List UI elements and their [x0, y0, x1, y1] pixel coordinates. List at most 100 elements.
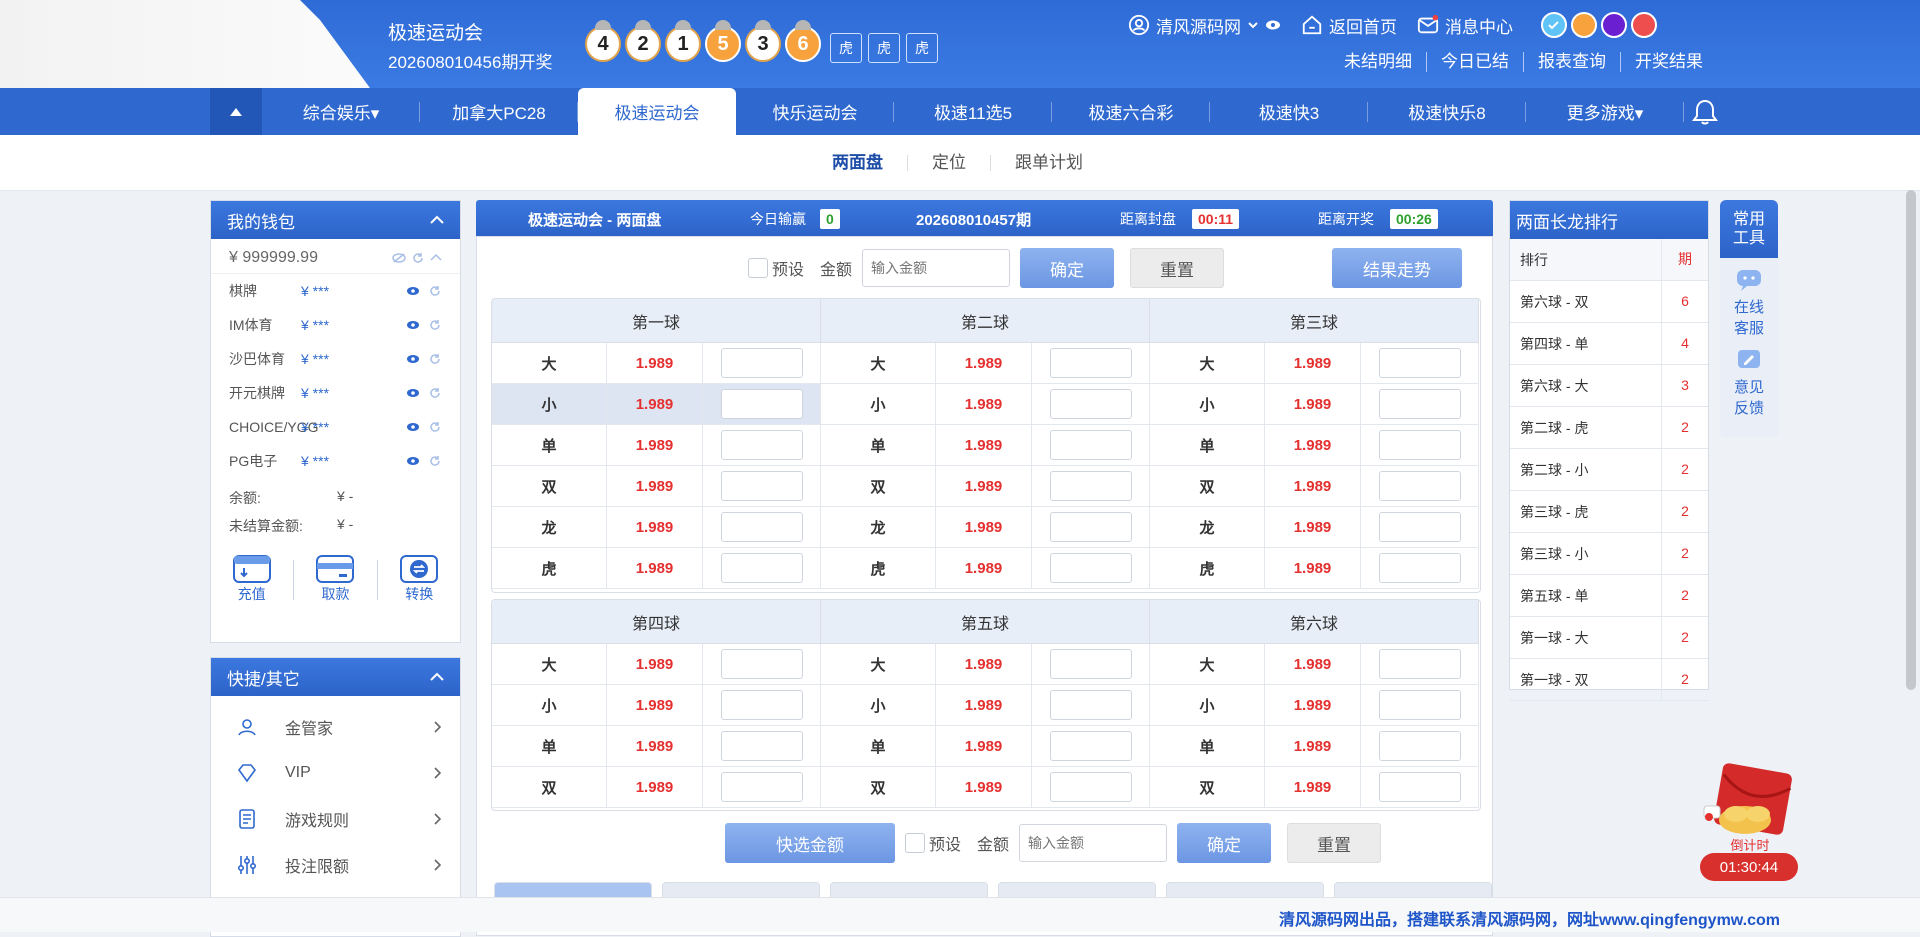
home-link[interactable]: 返回首页 — [1301, 13, 1397, 38]
bet-amount-input[interactable] — [1378, 772, 1461, 802]
bet-amount-input[interactable] — [1378, 512, 1461, 542]
bet-option-odds[interactable]: 1.989 — [607, 466, 703, 506]
bet-amount-input[interactable] — [1378, 553, 1461, 583]
bet-amount-input[interactable] — [1049, 553, 1132, 583]
bet-option-name[interactable]: 龙 — [821, 507, 936, 547]
bet-option-odds[interactable]: 1.989 — [1265, 384, 1361, 424]
bet-option-odds[interactable]: 1.989 — [607, 767, 703, 807]
bet-option-name[interactable]: 大 — [821, 644, 936, 684]
confirm-button[interactable]: 确定 — [1020, 248, 1115, 288]
bet-option-odds[interactable]: 1.989 — [1265, 644, 1361, 684]
nav-item[interactable]: 综合娱乐▾ — [262, 88, 420, 135]
bet-option-name[interactable]: 单 — [1150, 726, 1265, 766]
link-results[interactable]: 开奖结果 — [1620, 52, 1717, 72]
transfer-button[interactable]: 转换 — [399, 554, 439, 604]
nav-item[interactable]: 极速快3 — [1210, 88, 1368, 135]
bet-option-odds[interactable]: 1.989 — [936, 466, 1032, 506]
page-scrollbar[interactable] — [1906, 190, 1916, 690]
bet-amount-input[interactable] — [1049, 649, 1132, 679]
bet-amount-input[interactable] — [720, 389, 803, 419]
bet-option-name[interactable]: 双 — [492, 767, 607, 807]
bet-option-odds[interactable]: 1.989 — [936, 384, 1032, 424]
online-service-button[interactable]: 在线客服 — [1720, 258, 1778, 338]
bet-amount-input[interactable] — [720, 512, 803, 542]
bet-option-odds[interactable]: 1.989 — [1265, 685, 1361, 725]
reset-button[interactable]: 重置 — [1130, 248, 1225, 288]
bet-amount-input[interactable] — [1049, 430, 1132, 460]
chevron-up-icon[interactable] — [430, 252, 442, 262]
nav-item[interactable]: 极速六合彩 — [1052, 88, 1210, 135]
bet-option-name[interactable]: 双 — [821, 767, 936, 807]
bet-amount-input[interactable] — [1378, 430, 1461, 460]
eye-icon[interactable] — [406, 420, 420, 434]
bet-amount-input[interactable] — [720, 731, 803, 761]
bet-amount-input[interactable] — [720, 348, 803, 378]
user-menu[interactable]: 清风源码网 — [1128, 13, 1281, 38]
chevron-up-icon[interactable] — [430, 672, 444, 682]
bet-option-name[interactable]: 龙 — [1150, 507, 1265, 547]
bet-option-name[interactable]: 大 — [1150, 343, 1265, 383]
bet-option-odds[interactable]: 1.989 — [607, 685, 703, 725]
bet-option-odds[interactable]: 1.989 — [936, 767, 1032, 807]
bet-amount-input[interactable] — [1049, 389, 1132, 419]
bet-option-odds[interactable]: 1.989 — [607, 507, 703, 547]
chevron-up-icon[interactable] — [430, 215, 444, 225]
nav-item[interactable]: 加拿大PC28 — [420, 88, 578, 135]
eye-icon[interactable] — [406, 284, 420, 298]
bet-option-name[interactable]: 双 — [821, 466, 936, 506]
tab-position[interactable]: 定位 — [907, 154, 990, 171]
bet-option-odds[interactable]: 1.989 — [936, 548, 1032, 588]
theme-color-option[interactable] — [1541, 12, 1567, 38]
bet-amount-input[interactable] — [1049, 348, 1132, 378]
bet-option-odds[interactable]: 1.989 — [1265, 726, 1361, 766]
preset-checkbox[interactable] — [905, 833, 925, 853]
bet-option-odds[interactable]: 1.989 — [936, 644, 1032, 684]
link-report[interactable]: 报表查询 — [1523, 52, 1620, 72]
bet-option-odds[interactable]: 1.989 — [1265, 507, 1361, 547]
refresh-icon[interactable] — [428, 420, 442, 434]
bell-icon[interactable] — [1690, 98, 1720, 126]
nav-collapse-button[interactable] — [210, 88, 262, 135]
bet-option-name[interactable]: 虎 — [492, 548, 607, 588]
feedback-button[interactable]: 意见反馈 — [1720, 338, 1778, 418]
refresh-icon[interactable] — [428, 284, 442, 298]
reset-button[interactable]: 重置 — [1287, 823, 1382, 863]
bet-amount-input[interactable] — [1049, 512, 1132, 542]
nav-item[interactable]: 极速运动会 — [578, 88, 736, 135]
quick-header[interactable]: 快捷/其它 — [211, 658, 460, 696]
quick-item-rules[interactable]: 游戏规则 — [211, 796, 460, 842]
bet-amount-input[interactable] — [1378, 731, 1461, 761]
deposit-button[interactable]: 充值 — [232, 554, 272, 604]
bet-option-odds[interactable]: 1.989 — [607, 644, 703, 684]
bet-option-name[interactable]: 大 — [1150, 644, 1265, 684]
eye-icon[interactable] — [406, 352, 420, 366]
link-today-settled[interactable]: 今日已结 — [1426, 52, 1523, 72]
bet-option-name[interactable]: 小 — [492, 685, 607, 725]
bet-option-name[interactable]: 小 — [821, 384, 936, 424]
bet-option-name[interactable]: 单 — [821, 726, 936, 766]
trend-button[interactable]: 结果走势 — [1332, 248, 1462, 288]
bet-amount-input[interactable] — [1378, 649, 1461, 679]
bet-option-odds[interactable]: 1.989 — [1265, 767, 1361, 807]
bet-option-name[interactable]: 双 — [492, 466, 607, 506]
eye-icon[interactable] — [406, 386, 420, 400]
bet-option-name[interactable]: 虎 — [1150, 548, 1265, 588]
quick-item-limits[interactable]: 投注限额 — [211, 842, 460, 888]
confirm-button[interactable]: 确定 — [1177, 823, 1272, 863]
bet-option-odds[interactable]: 1.989 — [936, 343, 1032, 383]
bet-option-odds[interactable]: 1.989 — [936, 425, 1032, 465]
eye-off-icon[interactable] — [392, 252, 406, 264]
bet-option-odds[interactable]: 1.989 — [607, 343, 703, 383]
bet-option-name[interactable]: 单 — [492, 425, 607, 465]
bet-amount-input[interactable] — [720, 430, 803, 460]
bet-option-name[interactable]: 大 — [492, 644, 607, 684]
bet-option-name[interactable]: 小 — [1150, 685, 1265, 725]
bet-option-odds[interactable]: 1.989 — [1265, 548, 1361, 588]
bet-amount-input[interactable] — [720, 553, 803, 583]
bet-option-name[interactable]: 单 — [821, 425, 936, 465]
withdraw-button[interactable]: 取款 — [315, 554, 355, 604]
bet-option-name[interactable]: 双 — [1150, 466, 1265, 506]
bet-amount-input[interactable] — [720, 690, 803, 720]
quick-item-butler[interactable]: 金管家 — [211, 704, 460, 750]
bet-option-name[interactable]: 小 — [1150, 384, 1265, 424]
